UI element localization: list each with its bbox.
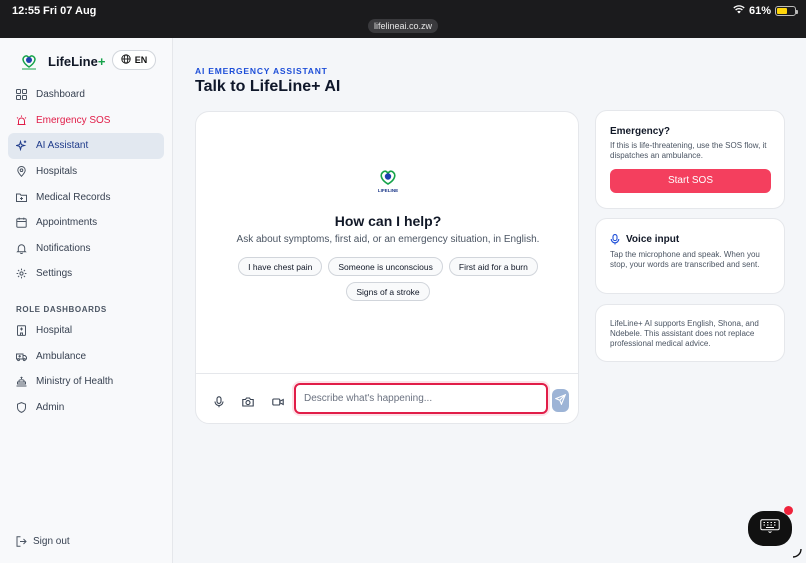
suggestion-chips: I have chest pain Someone is unconscious… xyxy=(216,257,560,301)
emergency-title: Emergency? xyxy=(610,126,671,137)
sidebar: LifeLine+ EN Dashboard Emergency SOS AI … xyxy=(0,38,173,563)
brand-name-text: LifeLine xyxy=(48,53,98,69)
language-label: EN xyxy=(134,55,148,65)
map-pin-icon xyxy=(16,166,27,178)
microphone-icon xyxy=(610,234,620,245)
nav-label: Settings xyxy=(36,268,73,280)
grid-icon xyxy=(16,89,27,101)
suggestion-chest-pain[interactable]: I have chest pain xyxy=(238,257,323,276)
role-dashboards-heading: ROLE DASHBOARDS xyxy=(16,305,107,314)
suggestion-burn[interactable]: First aid for a burn xyxy=(448,257,538,276)
gear-icon xyxy=(16,268,27,279)
voice-title: Voice input xyxy=(626,234,680,245)
status-time: 12:55 xyxy=(12,5,41,17)
start-sos-button[interactable]: Start SOS xyxy=(610,169,771,193)
nav-label: Appointments xyxy=(36,217,98,229)
page-kicker: AI EMERGENCY ASSISTANT xyxy=(195,66,328,76)
logout-icon xyxy=(16,536,27,547)
lifeline-logo-icon: LIFELINE xyxy=(374,167,402,193)
brand-name: LifeLine+ xyxy=(48,54,105,69)
sign-out-button[interactable]: Sign out xyxy=(16,536,70,547)
folder-icon xyxy=(16,192,27,203)
suggestion-unconscious[interactable]: Someone is unconscious xyxy=(328,257,443,276)
nav-item-emergency-sos[interactable]: Emergency SOS xyxy=(8,108,164,134)
nav-label: Admin xyxy=(36,402,65,414)
nav-item-hospital[interactable]: Hospital xyxy=(8,318,164,344)
send-icon xyxy=(554,392,567,410)
language-button[interactable]: EN xyxy=(112,50,156,70)
sparkles-icon xyxy=(16,140,27,152)
status-date: Fri 07 Aug xyxy=(43,5,97,17)
brand[interactable]: LifeLine+ xyxy=(19,51,105,71)
nav-label: Dashboard xyxy=(36,89,85,101)
chat-composer xyxy=(196,373,578,423)
battery-percent: 61% xyxy=(748,4,771,17)
lifeline-logo-icon xyxy=(19,51,39,71)
nav-label: Hospital xyxy=(36,325,73,337)
siren-icon xyxy=(16,115,27,126)
nav-item-appointments[interactable]: Appointments xyxy=(8,210,164,236)
nav-item-notifications[interactable]: Notifications xyxy=(8,236,164,262)
status-right: 61% xyxy=(733,4,798,17)
nav-label: Hospitals xyxy=(36,166,78,178)
page-title: Talk to LifeLine+ AI xyxy=(195,78,341,95)
nav-label: Ambulance xyxy=(36,350,87,362)
address-bar[interactable]: lifelineai.co.zw xyxy=(368,19,438,33)
microphone-icon[interactable] xyxy=(213,396,225,408)
send-button[interactable] xyxy=(552,389,569,412)
suggestion-stroke[interactable]: Signs of a stroke xyxy=(346,282,430,301)
voice-text: Tap the microphone and speak. When you s… xyxy=(610,250,760,269)
emergency-text: If this is life-threatening, use the SOS… xyxy=(610,141,767,160)
nav-label: Ministry of Health xyxy=(36,376,114,388)
nav-label: Notifications xyxy=(36,242,91,254)
logo-wordmark: LIFELINE xyxy=(378,188,398,193)
nav-item-settings[interactable]: Settings xyxy=(8,261,164,287)
keyboard-icon xyxy=(760,519,780,538)
nav-item-dashboard[interactable]: Dashboard xyxy=(8,82,164,108)
nav-label: AI Assistant xyxy=(36,140,89,152)
video-icon[interactable] xyxy=(272,396,284,408)
brand-plus: + xyxy=(97,53,106,69)
resize-handle-icon xyxy=(792,545,802,558)
nav-item-admin[interactable]: Admin xyxy=(8,395,164,421)
sign-out-label: Sign out xyxy=(33,536,70,547)
shield-icon xyxy=(16,402,27,414)
nav-item-medical-records[interactable]: Medical Records xyxy=(8,184,164,210)
language-info-card: LifeLine+ AI supports English, Shona, an… xyxy=(595,304,785,362)
voice-input-card: Voice input Tap the microphone and speak… xyxy=(595,218,785,294)
emergency-card: Emergency? If this is life-threatening, … xyxy=(595,110,785,209)
status-bar: 12:55 Fri 07 Aug lifelineai.co.zw 61% xyxy=(0,0,806,38)
landmark-icon xyxy=(16,376,27,387)
nav-item-ai-assistant[interactable]: AI Assistant xyxy=(8,133,164,159)
main-nav: Dashboard Emergency SOS AI Assistant Hos… xyxy=(8,82,164,287)
building-icon xyxy=(16,325,27,337)
chat-input[interactable] xyxy=(294,383,548,414)
wifi-icon xyxy=(733,4,745,17)
nav-label: Emergency SOS xyxy=(36,114,111,126)
notification-dot xyxy=(784,506,793,515)
language-info-text: LifeLine+ AI supports English, Shona, an… xyxy=(610,319,759,348)
chat-heading: How can I help? xyxy=(334,213,442,229)
chat-panel: LIFELINE How can I help? Ask about sympt… xyxy=(195,111,579,424)
nav-label: Medical Records xyxy=(36,191,111,203)
keyboard-button[interactable] xyxy=(748,511,792,546)
globe-icon xyxy=(121,54,131,66)
calendar-icon xyxy=(16,217,27,228)
battery-icon xyxy=(775,5,798,16)
battery-fill xyxy=(777,7,788,14)
bell-icon xyxy=(16,243,27,254)
nav-item-hospitals[interactable]: Hospitals xyxy=(8,159,164,185)
nav-item-ambulance[interactable]: Ambulance xyxy=(8,344,164,370)
role-nav: Hospital Ambulance Ministry of Health Ad… xyxy=(8,318,164,420)
nav-item-ministry-of-health[interactable]: Ministry of Health xyxy=(8,369,164,395)
ambulance-icon xyxy=(16,351,27,362)
camera-icon[interactable] xyxy=(242,396,254,408)
chat-subheading: Ask about symptoms, first aid, or an eme… xyxy=(236,234,540,245)
